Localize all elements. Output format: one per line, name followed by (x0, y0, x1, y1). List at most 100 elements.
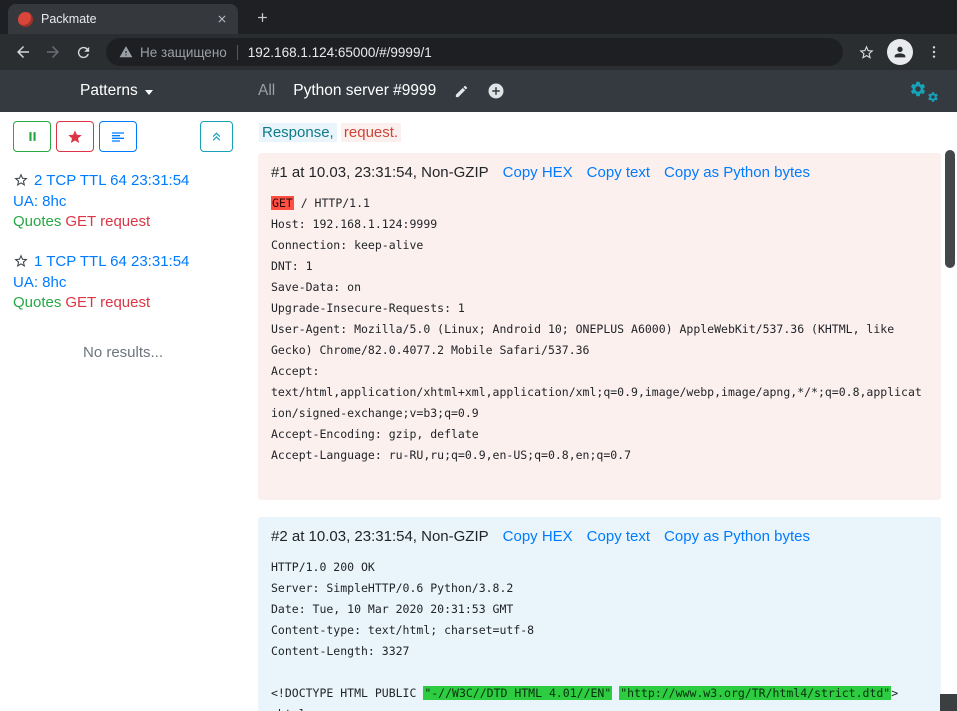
profile-button[interactable] (887, 39, 913, 65)
copy-hex-link[interactable]: Copy HEX (503, 164, 573, 181)
tab-close-button[interactable] (213, 11, 230, 28)
legend: Response, request. (259, 124, 941, 141)
packet-card-response: #2 at 10.03, 23:31:54, Non-GZIP Copy HEX… (258, 517, 941, 711)
address-bar[interactable]: Не защищено 192.168.1.124:65000/#/9999/1 (106, 38, 843, 66)
copy-python-bytes-link[interactable]: Copy as Python bytes (664, 164, 810, 181)
gear-icon (909, 80, 927, 98)
favorites-filter-button[interactable] (56, 121, 94, 152)
pattern-label: GET request (65, 213, 150, 230)
patterns-dropdown[interactable]: Patterns (80, 82, 153, 100)
copy-hex-link[interactable]: Copy HEX (503, 528, 573, 545)
packet-line: Upgrade-Insecure-Requests: 1 (271, 298, 928, 319)
packet-item-tags: QuotesGET request (13, 212, 191, 233)
packet-item-ua: UA: 8hc (13, 273, 191, 294)
add-capture-button[interactable] (487, 82, 505, 100)
caret-down-icon (145, 90, 153, 95)
app-body: 2 TCP TTL 64 23:31:54 UA: 8hc QuotesGET … (0, 112, 957, 711)
new-tab-button[interactable] (248, 3, 276, 31)
legend-response: Response, (259, 123, 337, 142)
collapse-sidebar-button[interactable] (200, 121, 233, 152)
main-content: Response, request. #1 at 10.03, 23:31:54… (246, 112, 957, 711)
tab-favicon (18, 12, 33, 27)
packet-item-title: 1 TCP TTL 64 23:31:54 (34, 253, 189, 270)
back-icon (14, 43, 32, 61)
pattern-label: GET request (65, 294, 150, 311)
nav-item-active-capture[interactable]: Python server #9999 (293, 82, 436, 100)
gear-small-icon (927, 91, 939, 103)
warning-icon (119, 45, 133, 59)
forward-icon (44, 43, 62, 61)
packet-line: <html> (271, 704, 928, 711)
kebab-menu-icon (926, 44, 942, 60)
bookmark-button[interactable] (851, 37, 881, 67)
packet-list-item[interactable]: 1 TCP TTL 64 23:31:54 UA: 8hc QuotesGET … (13, 252, 191, 314)
packet-line: Content-type: text/html; charset=utf-8 (271, 620, 928, 641)
packet-line (271, 662, 928, 683)
packet-line: User-Agent: Mozilla/5.0 (Linux; Android … (271, 319, 928, 361)
browser-toolbar: Не защищено 192.168.1.124:65000/#/9999/1 (0, 34, 957, 70)
packet-line: DNT: 1 (271, 256, 928, 277)
packet-line: Accept-Encoding: gzip, deflate (271, 424, 928, 445)
packet-line: Content-Length: 3327 (271, 641, 928, 662)
app-navbar: Patterns All Python server #9999 (0, 70, 957, 112)
browser-tab[interactable]: Packmate (8, 4, 238, 34)
back-button[interactable] (8, 37, 38, 67)
sidebar: 2 TCP TTL 64 23:31:54 UA: 8hc QuotesGET … (0, 112, 246, 711)
reload-icon (75, 44, 92, 61)
copy-text-link[interactable]: Copy text (587, 528, 650, 545)
star-outline-icon[interactable] (13, 253, 29, 269)
scrollbar[interactable] (944, 112, 957, 711)
capture-tabs: All Python server #9999 (258, 82, 505, 100)
packet-line: HTTP/1.0 200 OK (271, 557, 928, 578)
packet-body: GET / HTTP/1.1Host: 192.168.1.124:9999Co… (271, 193, 928, 487)
packet-line: <!DOCTYPE HTML PUBLIC "-//W3C//DTD HTML … (271, 683, 928, 704)
star-outline-icon[interactable] (13, 172, 29, 188)
packet-list-item[interactable]: 2 TCP TTL 64 23:31:54 UA: 8hc QuotesGET … (13, 171, 191, 233)
packet-line: Save-Data: on (271, 277, 928, 298)
reload-button[interactable] (68, 37, 98, 67)
packet-line: GET / HTTP/1.1 (271, 193, 928, 214)
packet-item-ua: UA: 8hc (13, 192, 191, 213)
plus-icon (255, 10, 270, 25)
forward-button[interactable] (38, 37, 68, 67)
scrollbar-thumb[interactable] (945, 150, 955, 268)
tab-title: Packmate (41, 12, 205, 26)
settings-button[interactable] (909, 79, 939, 103)
packet-card-request: #1 at 10.03, 23:31:54, Non-GZIP Copy HEX… (258, 153, 941, 500)
patterns-label: Patterns (80, 82, 138, 100)
patterns-filter-button[interactable] (99, 121, 137, 152)
close-icon (216, 13, 228, 25)
packet-line: Server: SimpleHTTP/0.6 Python/3.8.2 (271, 578, 928, 599)
bookmark-star-icon (858, 44, 875, 61)
align-left-icon (110, 129, 126, 145)
omnibox-separator (237, 45, 238, 60)
packet-card-header: #1 at 10.03, 23:31:54, Non-GZIP Copy HEX… (271, 164, 928, 181)
pause-capture-button[interactable] (13, 121, 51, 152)
sidebar-toolbar (13, 121, 233, 152)
edit-capture-button[interactable] (454, 84, 469, 99)
copy-python-bytes-link[interactable]: Copy as Python bytes (664, 528, 810, 545)
packet-line: Accept-Language: ru-RU,ru;q=0.9,en-US;q=… (271, 445, 928, 466)
packet-line: Accept: text/html,application/xhtml+xml,… (271, 361, 928, 424)
packet-line: Date: Tue, 10 Mar 2020 20:31:53 GMT (271, 599, 928, 620)
quotes-label: Quotes (13, 213, 61, 230)
chevrons-up-icon (209, 129, 224, 144)
legend-request: request. (341, 123, 401, 142)
star-icon (67, 129, 83, 145)
plus-circle-icon (487, 82, 505, 100)
browser-tab-bar: Packmate (0, 0, 957, 34)
security-label: Не защищено (140, 45, 227, 60)
person-icon (892, 44, 908, 60)
packet-item-title: 2 TCP TTL 64 23:31:54 (34, 172, 189, 189)
pencil-icon (454, 84, 469, 99)
browser-menu-button[interactable] (919, 37, 949, 67)
packet-body: HTTP/1.0 200 OKServer: SimpleHTTP/0.6 Py… (271, 557, 928, 711)
url-text: 192.168.1.124:65000/#/9999/1 (248, 45, 831, 60)
copy-text-link[interactable]: Copy text (587, 164, 650, 181)
quotes-label: Quotes (13, 294, 61, 311)
packet-header-text: #1 at 10.03, 23:31:54, Non-GZIP (271, 164, 489, 181)
packet-header-text: #2 at 10.03, 23:31:54, Non-GZIP (271, 528, 489, 545)
packet-card-header: #2 at 10.03, 23:31:54, Non-GZIP Copy HEX… (271, 528, 928, 545)
nav-item-all[interactable]: All (258, 82, 275, 100)
packet-line: Host: 192.168.1.124:9999 (271, 214, 928, 235)
